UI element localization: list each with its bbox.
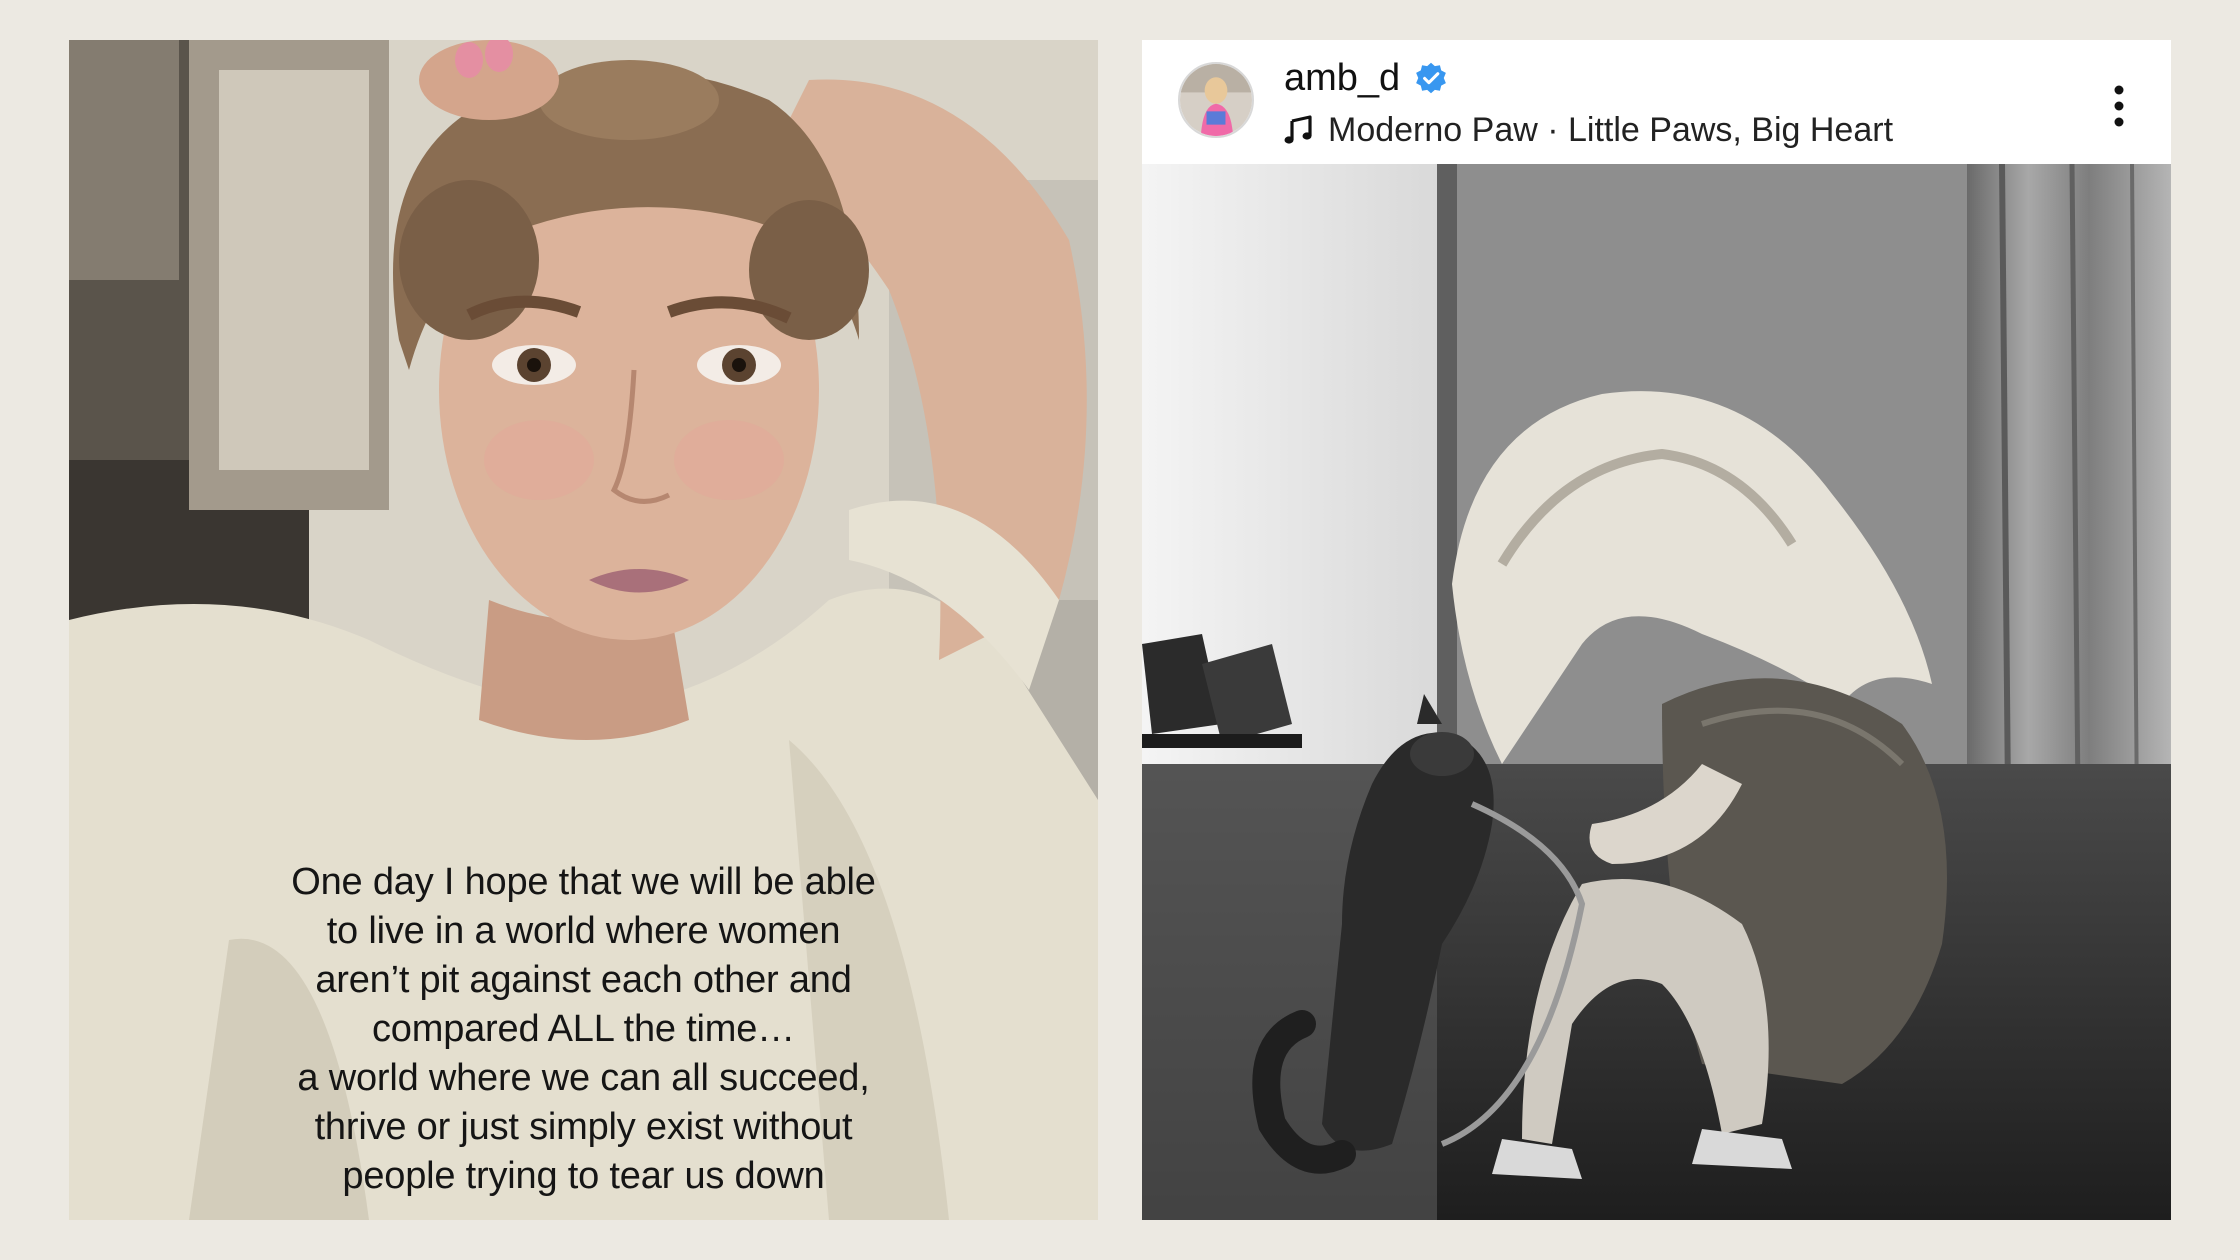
post-photo-image bbox=[1142, 164, 2171, 1220]
verified-badge-icon bbox=[1416, 62, 1447, 94]
instagram-post: amb_d Moderno Paw · Little Paws, Big Hea… bbox=[1142, 40, 2171, 1220]
video-frame: One day I hope that we will be able to l… bbox=[69, 40, 1098, 1220]
more-options-button[interactable] bbox=[2103, 76, 2135, 136]
username-row: amb_d bbox=[1284, 50, 1448, 106]
avatar-image bbox=[1180, 64, 1252, 136]
music-note-icon bbox=[1284, 115, 1312, 144]
music-row[interactable]: Moderno Paw · Little Paws, Big Heart bbox=[1284, 106, 1893, 154]
avatar[interactable] bbox=[1178, 62, 1254, 138]
video-caption: One day I hope that we will be able to l… bbox=[291, 861, 876, 1197]
post-photo[interactable] bbox=[1142, 164, 2171, 1220]
more-vertical-icon bbox=[2114, 85, 2124, 127]
music-label: Moderno Paw · Little Paws, Big Heart bbox=[1328, 110, 1894, 149]
username[interactable]: amb_d bbox=[1284, 57, 1400, 100]
post-header: amb_d Moderno Paw · Little Paws, Big Hea… bbox=[1142, 40, 2171, 164]
